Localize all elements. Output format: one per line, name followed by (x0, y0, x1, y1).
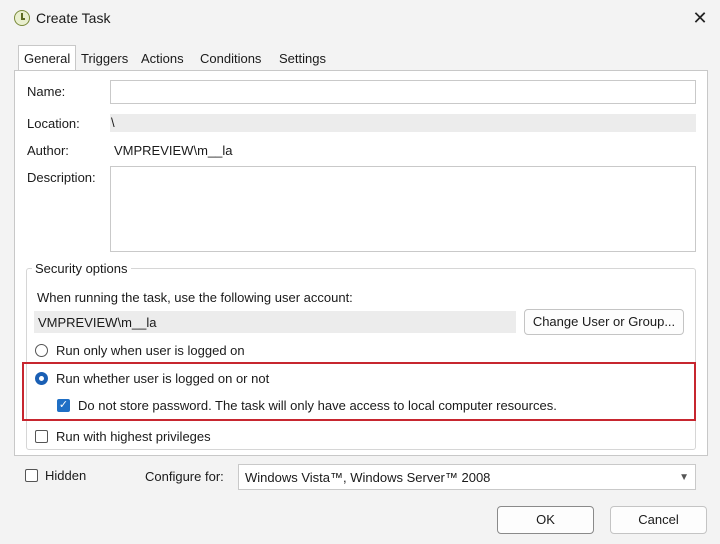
cancel-button[interactable]: Cancel (610, 506, 707, 534)
account-prompt: When running the task, use the following… (37, 290, 353, 305)
configure-for-label: Configure for: (145, 469, 224, 484)
name-input[interactable] (110, 80, 696, 104)
do-not-store-password-checkbox[interactable]: ✓ (57, 399, 70, 412)
user-account-field: VMPREVIEW\m__la (34, 311, 516, 333)
name-label: Name: (27, 84, 66, 99)
tab-settings[interactable]: Settings (274, 48, 331, 70)
radio-run-when-logged-on-label[interactable]: Run only when user is logged on (56, 343, 245, 358)
highest-privileges-checkbox[interactable] (35, 430, 48, 443)
chevron-down-icon: ▼ (679, 472, 689, 483)
close-icon[interactable]: ✕ (690, 8, 710, 28)
title-bar: Create Task ✕ (0, 0, 720, 36)
window-title: Create Task (36, 10, 111, 26)
location-label: Location: (27, 116, 80, 131)
tab-triggers[interactable]: Triggers (76, 48, 133, 70)
location-field: \ (110, 114, 696, 132)
author-value: VMPREVIEW\m__la (114, 143, 233, 158)
do-not-store-password-label[interactable]: Do not store password. The task will onl… (78, 398, 557, 413)
author-label: Author: (27, 143, 69, 158)
user-account-value: VMPREVIEW\m__la (38, 315, 157, 330)
security-options-legend: Security options (32, 261, 131, 276)
configure-for-select[interactable]: Windows Vista™, Windows Server™ 2008 ▼ (238, 464, 696, 490)
highest-privileges-label[interactable]: Run with highest privileges (56, 429, 211, 444)
configure-for-value: Windows Vista™, Windows Server™ 2008 (245, 470, 491, 485)
tab-actions[interactable]: Actions (136, 48, 189, 70)
description-input[interactable] (110, 166, 696, 252)
hidden-label[interactable]: Hidden (45, 468, 86, 483)
change-user-button[interactable]: Change User or Group... (524, 309, 684, 335)
hidden-checkbox[interactable] (25, 469, 38, 482)
ok-button[interactable]: OK (497, 506, 594, 534)
location-value: \ (111, 115, 115, 130)
radio-run-whether-logged-on-label[interactable]: Run whether user is logged on or not (56, 371, 269, 386)
task-scheduler-icon (14, 10, 30, 26)
radio-run-whether-logged-on[interactable] (35, 372, 48, 385)
description-label: Description: (27, 170, 96, 185)
radio-run-when-logged-on[interactable] (35, 344, 48, 357)
tab-conditions[interactable]: Conditions (195, 48, 266, 70)
tab-general[interactable]: General (18, 45, 77, 72)
